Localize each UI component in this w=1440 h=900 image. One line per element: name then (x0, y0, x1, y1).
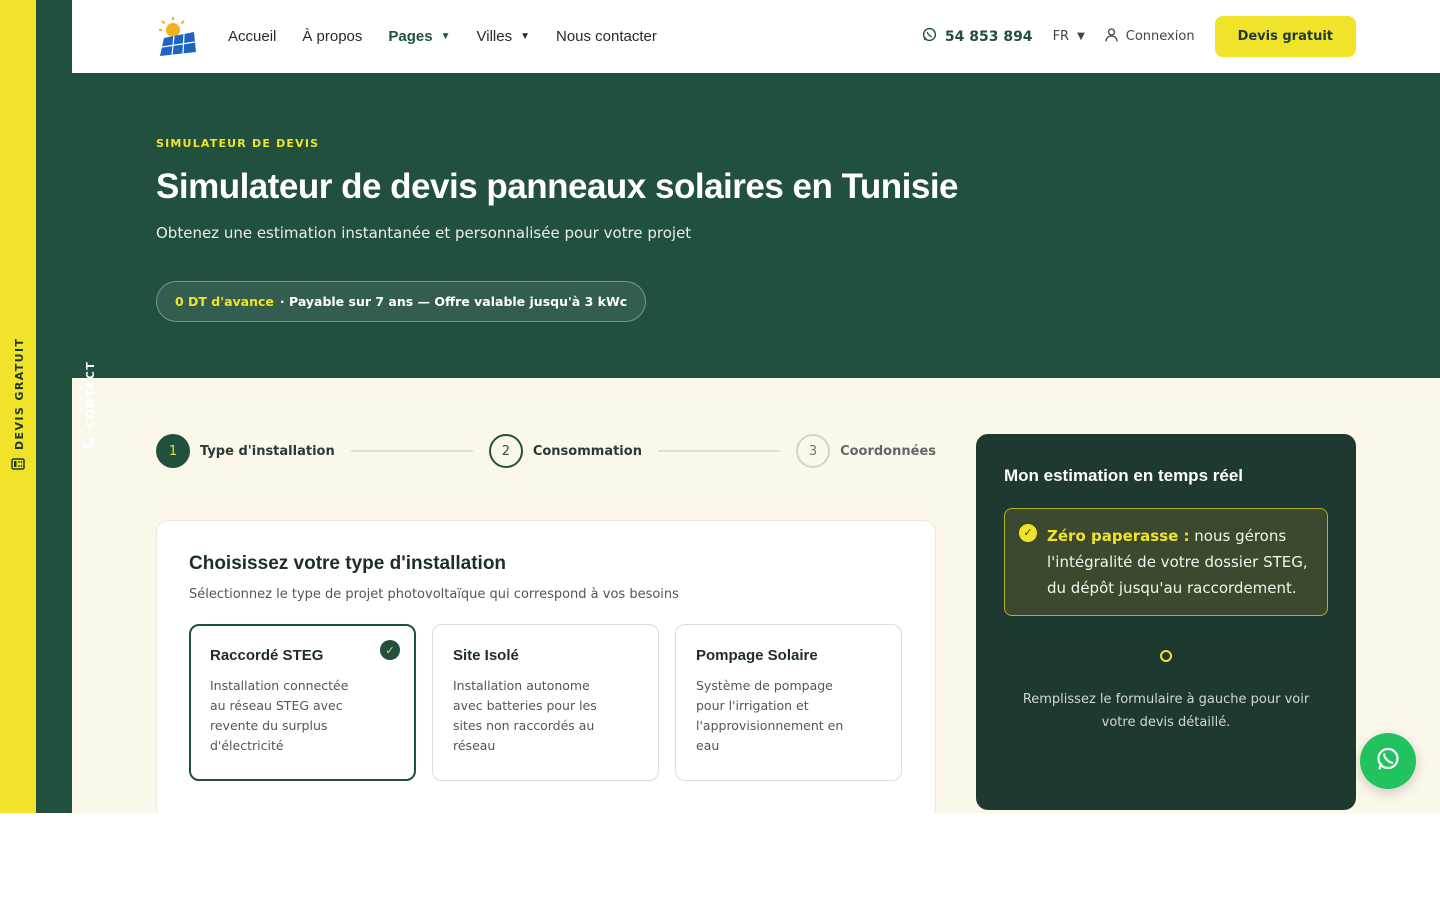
hero-eyebrow: SIMULATEUR DE DEVIS (156, 137, 320, 150)
login-link[interactable]: Connexion (1105, 27, 1195, 46)
check-circle-icon: ✓ (1019, 524, 1037, 542)
promo-accent: 0 DT d'avance (175, 294, 274, 309)
login-label: Connexion (1125, 29, 1195, 44)
card-subtitle: Sélectionnez le type de projet photovolt… (189, 587, 679, 602)
devis-gratuit-button[interactable]: Devis gratuit (1214, 16, 1356, 57)
whatsapp-icon (922, 27, 937, 46)
devis-gratuit-side-tab[interactable]: DEVIS GRATUIT (0, 0, 36, 813)
step-label: Consommation (532, 443, 642, 459)
language-selector[interactable]: FR ▼ (1053, 29, 1085, 44)
promo-text: · Payable sur 7 ans — Offre valable jusq… (279, 294, 628, 309)
option-description: Installation autonome avec batteries pou… (453, 678, 597, 753)
step-number: 1 (156, 434, 190, 468)
step-connector (657, 450, 781, 452)
language-value: FR (1052, 29, 1070, 44)
main-nav: Accueil À propos Pages ▼ Villes ▼ Nous con… (228, 28, 657, 45)
user-icon (1105, 27, 1118, 46)
chevron-down-icon: ▼ (440, 31, 451, 42)
whatsapp-chat-button[interactable] (1360, 733, 1416, 789)
step-connector (350, 450, 473, 452)
installation-type-card: Choisissez votre type d'installation Sél… (156, 520, 936, 813)
contact-tab-label: CONTACT (84, 360, 97, 428)
check-icon: ✓ (380, 640, 400, 660)
nav-a-propos[interactable]: À propos (302, 28, 362, 45)
installation-options: ✓ Raccordé STEG Installation connectée a… (189, 624, 903, 781)
nav-accueil[interactable]: Accueil (228, 28, 276, 45)
devis-tab-label: DEVIS GRATUIT (13, 337, 26, 450)
site-header: Accueil À propos Pages ▼ Villes ▼ Nous con… (72, 0, 1440, 73)
panel-hint: Remplissez le formulaire à gauche pour v… (1022, 692, 1310, 730)
card-title: Choisissez votre type d'installation (189, 553, 507, 574)
step-consommation[interactable]: 2 Consommation (488, 434, 642, 468)
hero-subtitle: Obtenez une estimation instantanée et pe… (156, 224, 692, 242)
step-label: Type d'installation (200, 443, 335, 459)
option-raccorde-steg[interactable]: ✓ Raccordé STEG Installation connectée a… (189, 624, 416, 781)
loading-spinner-icon (1160, 650, 1172, 662)
whatsapp-icon (1374, 745, 1402, 777)
solar-logo-icon[interactable] (156, 16, 198, 58)
option-title: Raccordé STEG (210, 647, 324, 664)
estimate-panel: Mon estimation en temps réel ✓ Zéro pape… (976, 434, 1356, 810)
page-title: Simulateur de devis panneaux solaires en… (156, 167, 959, 206)
phone-number: 54 853 894 (944, 28, 1033, 45)
zero-paperwork-note: ✓ Zéro paperasse : nous gérons l'intégra… (1004, 508, 1328, 616)
nav-nous-contacter[interactable]: Nous contacter (556, 28, 657, 45)
option-description: Installation connectée au réseau STEG av… (210, 678, 349, 753)
nav-pages[interactable]: Pages ▼ (388, 28, 450, 45)
option-title: Pompage Solaire (696, 647, 818, 664)
option-pompage-solaire[interactable]: Pompage Solaire Système de pompage pour … (675, 624, 902, 781)
step-installation-type[interactable]: 1 Type d'installation (156, 434, 335, 468)
hero-section: SIMULATEUR DE DEVIS Simulateur de devis … (72, 73, 1440, 378)
progress-stepper: 1 Type d'installation 2 Consommation 3 C… (156, 434, 936, 468)
step-number: 3 (796, 434, 831, 468)
calculator-icon (11, 458, 28, 470)
panel-title: Mon estimation en temps réel (1004, 466, 1243, 485)
chevron-down-icon: ▼ (520, 31, 530, 42)
phone-icon (82, 436, 99, 450)
nav-villes[interactable]: Villes ▼ (477, 28, 530, 45)
financing-promo-badge: 0 DT d'avance · Payable sur 7 ans — Offr… (156, 281, 647, 322)
chevron-down-icon: ▼ (1077, 31, 1085, 42)
step-coordonnees[interactable]: 3 Coordonnées (796, 434, 936, 468)
option-description: Système de pompage pour l'irrigation et … (696, 678, 844, 753)
step-label: Coordonnées (840, 443, 936, 459)
step-number: 2 (488, 434, 523, 468)
note-strong: Zéro paperasse : (1047, 527, 1190, 545)
contact-side-tab[interactable]: CONTACT (36, 0, 97, 813)
simulator-section: 1 Type d'installation 2 Consommation 3 C… (72, 378, 1440, 813)
option-title: Site Isolé (453, 647, 519, 664)
option-site-isole[interactable]: Site Isolé Installation autonome avec ba… (432, 624, 659, 781)
whatsapp-phone-link[interactable]: 54 853 894 (922, 27, 1033, 46)
